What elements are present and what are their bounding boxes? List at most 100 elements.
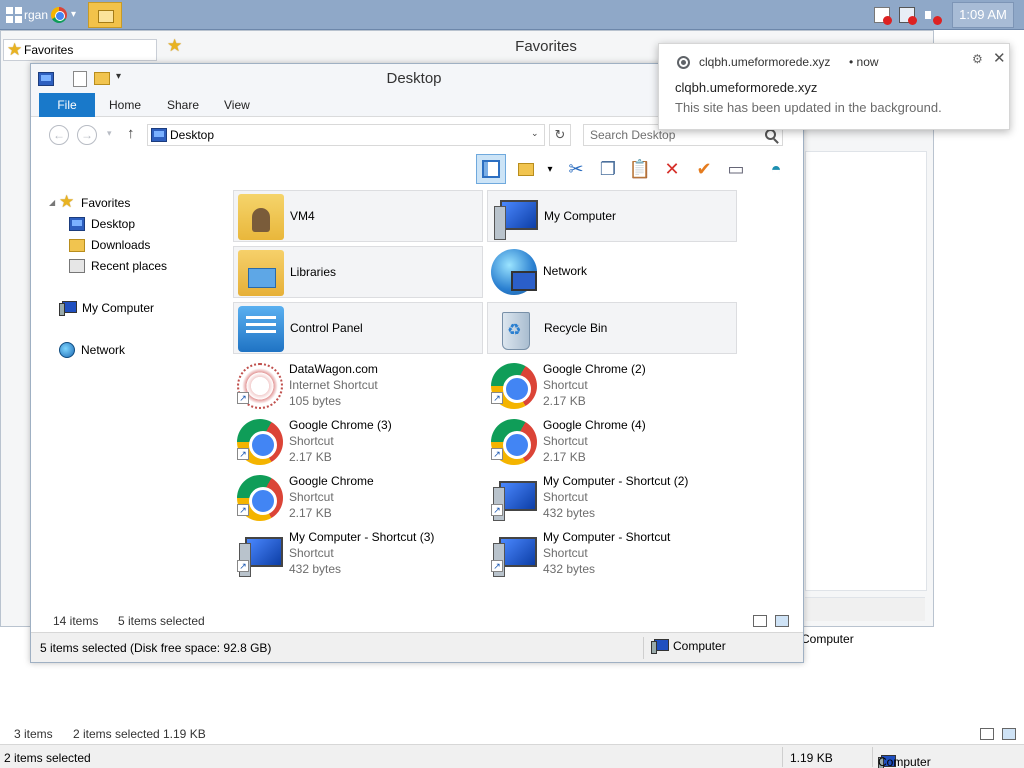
list-item[interactable]: ↗ Google Chrome (2) Shortcut 2.17 KB [487, 360, 737, 412]
sidebar-item-my-computer[interactable]: My Computer [59, 299, 154, 317]
details-view-icon[interactable] [980, 728, 994, 740]
volume-muted-icon[interactable] [924, 7, 942, 25]
copy-icon[interactable]: ❐ [593, 154, 623, 184]
tile-label: Control Panel [290, 321, 363, 335]
tab-file[interactable]: File [39, 93, 95, 117]
expand-chevron-icon[interactable]: ◢ [49, 198, 55, 207]
file-type: Shortcut [289, 434, 334, 448]
tile-vm4[interactable]: VM4 [233, 190, 483, 242]
properties-icon[interactable] [73, 71, 87, 87]
list-item[interactable]: ↗ My Computer - Shortcut (3) Shortcut 43… [233, 528, 483, 580]
action-center-flag-icon[interactable] [874, 7, 892, 25]
background-status-strip [805, 597, 925, 621]
file-name: Google Chrome (3) [289, 418, 392, 432]
bg-selected-size: 1.19 KB [163, 727, 206, 741]
tile-label: Network [543, 264, 588, 278]
recent-locations-chevron-icon[interactable]: ▾ [107, 128, 112, 139]
desktop-icon [69, 217, 85, 231]
list-item[interactable]: ↗ DataWagon.com Internet Shortcut 105 by… [233, 360, 483, 412]
chrome-taskbar-icon[interactable] [51, 7, 67, 23]
large-icons-view-icon[interactable] [775, 615, 789, 627]
network-tray-icon[interactable] [899, 7, 917, 25]
monitor-icon[interactable] [38, 72, 54, 86]
taskbar-clock[interactable]: 1:09 AM [952, 2, 1014, 28]
file-name: Google Chrome [289, 474, 374, 488]
address-dropdown-chevron-icon[interactable]: ⌄ [531, 128, 539, 139]
new-folder-icon[interactable] [94, 72, 110, 85]
tile-label: Recycle Bin [544, 321, 608, 335]
folder-check-icon [518, 162, 534, 176]
tile-control-panel[interactable]: Control Panel [233, 302, 483, 354]
taskbar-clipped-label: rgan [24, 8, 49, 22]
forward-button[interactable]: → [77, 125, 97, 145]
recycle-bin-icon [492, 306, 538, 352]
close-icon[interactable]: ✕ [993, 49, 1006, 67]
sidebar-item-network[interactable]: Network [59, 341, 125, 359]
item-count-bar: 14 items 5 items selected [31, 609, 803, 631]
delete-icon[interactable]: ✕ [657, 154, 687, 184]
web-notification-toast[interactable]: clqbh.umeformorede.xyz • now ⚙ ✕ clqbh.u… [658, 43, 1010, 130]
list-item[interactable]: ↗ My Computer - Shortcut (2) Shortcut 43… [487, 472, 737, 524]
large-icons-view-icon[interactable] [1002, 728, 1016, 740]
shortcut-arrow-icon: ↗ [491, 392, 503, 404]
background-item-count-bar: 3 items 2 items selected 1.19 KB [0, 722, 1024, 744]
navigation-pane: ◢ Favorites Desktop Downloads Recent pla… [31, 190, 231, 600]
tile-recycle-bin[interactable]: Recycle Bin [487, 302, 737, 354]
tile-label: My Computer [544, 209, 617, 223]
background-content-pane [805, 151, 927, 591]
file-type: Shortcut [543, 378, 588, 392]
bg-selected-count: 2 items selected [73, 727, 160, 741]
tab-home[interactable]: Home [109, 93, 141, 117]
tab-view[interactable]: View [224, 93, 250, 117]
navigation-pane-button[interactable] [476, 154, 506, 184]
details-view-icon[interactable] [753, 615, 767, 627]
network-icon [491, 249, 537, 295]
list-item[interactable]: ↗ Google Chrome Shortcut 2.17 KB [233, 472, 483, 524]
start-windows-icon[interactable] [6, 7, 22, 23]
tile-label: Libraries [290, 265, 337, 279]
tile-my-computer[interactable]: My Computer [487, 190, 737, 242]
star-icon[interactable] [167, 36, 183, 56]
shell-icon[interactable]: ◓ [761, 154, 791, 184]
paste-icon[interactable]: 📋 [625, 154, 655, 184]
item-count: 14 items [53, 614, 99, 628]
list-item[interactable]: ↗ Google Chrome (4) Shortcut 2.17 KB [487, 416, 737, 468]
file-size: 2.17 KB [543, 394, 586, 408]
file-type: Internet Shortcut [289, 378, 378, 392]
taskbar: rgan ▾ 1:09 AM [0, 0, 1024, 30]
sidebar-item-recent[interactable]: Recent places [69, 257, 167, 275]
status-selection-text: 5 items selected (Disk free space: 92.8 … [40, 641, 272, 655]
list-item[interactable]: ↗ My Computer - Shortcut Shortcut 432 by… [487, 528, 737, 580]
tab-share[interactable]: Share [167, 93, 199, 117]
chrome-icon [677, 56, 690, 69]
file-name: My Computer - Shortcut (3) [289, 530, 435, 544]
sidebar-item-label: Network [81, 343, 126, 357]
search-icon[interactable] [765, 129, 776, 140]
sidebar-item-downloads[interactable]: Downloads [69, 236, 150, 254]
address-bar[interactable]: Desktop [147, 124, 545, 146]
file-size: 105 bytes [289, 394, 342, 408]
rename-icon[interactable]: ▭ [721, 154, 751, 184]
file-name: Google Chrome (2) [543, 362, 646, 376]
sidebar-item-desktop[interactable]: Desktop [69, 215, 135, 233]
user-folder-icon [238, 194, 284, 240]
file-explorer-taskbar-button[interactable] [88, 2, 122, 28]
gear-icon[interactable]: ⚙ [972, 52, 983, 66]
tile-network[interactable]: Network [487, 246, 737, 298]
favorites-tab[interactable]: Favorites [3, 39, 157, 61]
notification-title: clqbh.umeformorede.xyz [675, 80, 818, 95]
sidebar-item-favorites[interactable]: Favorites [59, 192, 130, 212]
cut-icon[interactable]: ✂ [561, 154, 591, 184]
list-item[interactable]: ↗ Google Chrome (3) Shortcut 2.17 KB [233, 416, 483, 468]
shortcut-arrow-icon: ↗ [237, 504, 249, 516]
sidebar-item-label: Downloads [91, 238, 151, 252]
tile-libraries[interactable]: Libraries [233, 246, 483, 298]
up-button[interactable]: ↑ [127, 125, 135, 142]
refresh-button[interactable]: ↻ [549, 124, 571, 146]
file-size: 432 bytes [543, 562, 596, 576]
back-button[interactable]: ← [49, 125, 69, 145]
customize-qat-chevron-icon[interactable]: ▾ [116, 71, 121, 82]
taskbar-chevron-icon[interactable]: ▾ [71, 9, 76, 20]
window-title: Desktop [386, 70, 442, 87]
checkmark-icon[interactable]: ✔ [689, 154, 719, 184]
